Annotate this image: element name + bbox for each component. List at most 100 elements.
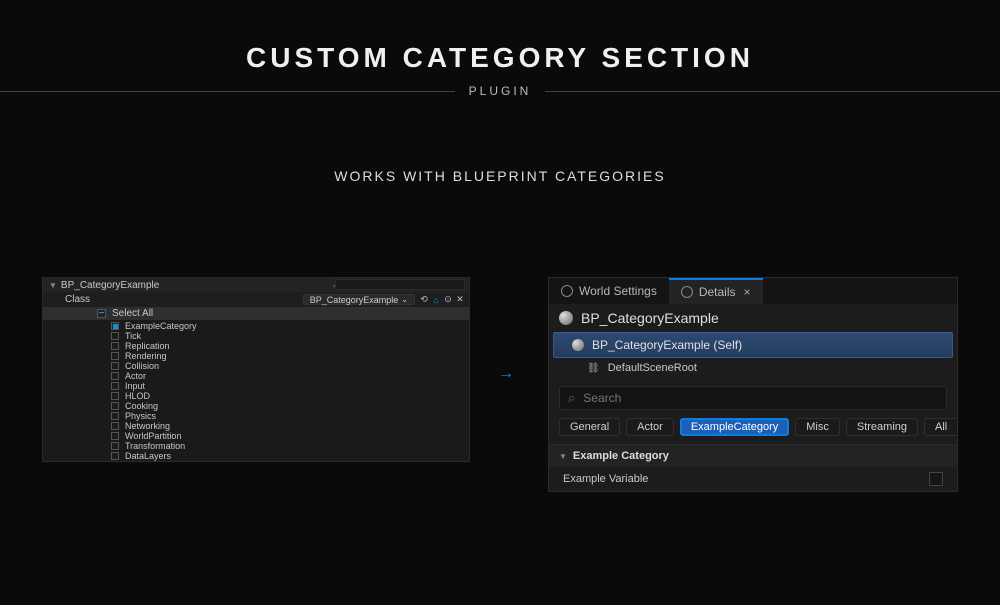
selected-component-label: BP_CategoryExample (Self)	[592, 338, 742, 352]
chevron-down-icon: ▼	[49, 281, 57, 290]
category-item[interactable]: Tick	[111, 331, 469, 341]
category-item-label: Tick	[125, 331, 141, 341]
category-item[interactable]: HLOD	[111, 391, 469, 401]
chevron-down-icon: ▼	[559, 452, 567, 461]
filter-button[interactable]: Streaming	[846, 418, 918, 436]
scene-root-row[interactable]: ⛓ DefaultSceneRoot	[549, 358, 957, 378]
component-name-row: BP_CategoryExample	[549, 304, 957, 332]
divider-left	[0, 91, 455, 92]
globe-icon	[561, 285, 573, 297]
panel-header-label: BP_CategoryExample	[61, 280, 159, 291]
variable-row: Example Variable	[549, 467, 957, 491]
category-item-label: ExampleCategory	[125, 321, 197, 331]
class-dropdown[interactable]: BP_CategoryExample ⌄	[303, 294, 415, 305]
category-item-label: Cooking	[125, 401, 158, 411]
find-icon[interactable]: ⌂	[431, 295, 441, 305]
category-item-label: Transformation	[125, 441, 185, 451]
category-checkbox[interactable]	[111, 442, 119, 450]
subtitle-row: PLUGIN	[0, 84, 1000, 98]
scene-root-label: DefaultSceneRoot	[608, 362, 697, 374]
category-checkbox[interactable]	[111, 432, 119, 440]
category-checkbox[interactable]	[111, 382, 119, 390]
category-item-label: DataLayers	[125, 451, 171, 461]
scene-root-icon: ⛓	[587, 363, 600, 374]
tab-label: World Settings	[579, 284, 657, 298]
variable-checkbox[interactable]	[929, 472, 943, 486]
category-item[interactable]: Collision	[111, 361, 469, 371]
filter-bar: General Actor ExampleCategory Misc Streaming…	[549, 416, 957, 444]
divider-right	[545, 91, 1000, 92]
category-item[interactable]: Networking	[111, 421, 469, 431]
arrow-right-icon: →	[498, 365, 514, 383]
globe-icon	[681, 286, 693, 298]
category-selector-panel: ▼ BP_CategoryExample ⌄ Class BP_Category…	[42, 277, 470, 462]
category-checkbox[interactable]	[111, 392, 119, 400]
category-header[interactable]: ▼ Example Category	[549, 444, 957, 467]
filter-button[interactable]: General	[559, 418, 620, 436]
category-checkbox[interactable]	[111, 422, 119, 430]
category-item-label: HLOD	[125, 391, 150, 401]
panel-header[interactable]: ▼ BP_CategoryExample ⌄	[43, 278, 469, 292]
category-checkbox[interactable]	[111, 352, 119, 360]
category-checkbox[interactable]	[111, 332, 119, 340]
category-item-label: WorldPartition	[125, 431, 181, 441]
selected-component-row[interactable]: BP_CategoryExample (Self)	[553, 332, 953, 358]
category-item[interactable]: Input	[111, 381, 469, 391]
category-checkbox[interactable]	[111, 372, 119, 380]
class-row: Class BP_CategoryExample ⌄ ⟲ ⌂ ⊙ ✕	[43, 292, 469, 307]
variable-name: Example Variable	[563, 473, 648, 485]
page-subtitle: PLUGIN	[455, 84, 546, 98]
category-item[interactable]: Transformation	[111, 441, 469, 451]
search-input[interactable]	[583, 391, 938, 405]
search-icon: ⌕	[568, 390, 575, 406]
filter-button[interactable]: All	[924, 418, 958, 436]
actor-icon	[559, 311, 573, 325]
select-all-row[interactable]: − Select All	[43, 307, 469, 320]
category-checkbox[interactable]	[111, 322, 119, 330]
category-item[interactable]: ExampleCategory	[111, 321, 469, 331]
filter-button[interactable]: Actor	[626, 418, 674, 436]
category-checkbox[interactable]	[111, 362, 119, 370]
category-item[interactable]: Physics	[111, 411, 469, 421]
tab-bar: World Settings Details ×	[549, 278, 957, 304]
filter-button[interactable]: Misc	[795, 418, 840, 436]
select-all-checkbox[interactable]: −	[97, 309, 106, 318]
category-item[interactable]: WorldPartition	[111, 431, 469, 441]
filter-button[interactable]: ExampleCategory	[680, 418, 789, 436]
category-item-label: Collision	[125, 361, 159, 371]
tab-details[interactable]: Details ×	[669, 278, 763, 304]
actor-icon	[572, 339, 584, 351]
category-checkbox[interactable]	[111, 412, 119, 420]
details-panel: World Settings Details × BP_CategoryExam…	[548, 277, 958, 492]
category-item-label: Actor	[125, 371, 146, 381]
category-item[interactable]: Replication	[111, 341, 469, 351]
category-item[interactable]: Rendering	[111, 351, 469, 361]
class-dropdown-label: BP_CategoryExample	[310, 295, 399, 305]
clear-icon[interactable]: ✕	[455, 295, 465, 305]
category-checkbox[interactable]	[111, 402, 119, 410]
category-header-label: Example Category	[573, 450, 669, 462]
tab-world-settings[interactable]: World Settings	[549, 278, 669, 304]
page-title: CUSTOM CATEGORY SECTION	[0, 42, 1000, 74]
category-item-label: Rendering	[125, 351, 167, 361]
close-icon[interactable]: ×	[744, 285, 751, 299]
chevron-down-icon: ⌄	[401, 295, 408, 304]
use-icon[interactable]: ⊙	[443, 295, 453, 305]
category-item[interactable]: Cooking	[111, 401, 469, 411]
component-name: BP_CategoryExample	[581, 310, 719, 326]
category-item-label: Input	[125, 381, 145, 391]
category-checkbox[interactable]	[111, 342, 119, 350]
category-checkbox[interactable]	[111, 452, 119, 460]
category-item-label: Networking	[125, 421, 170, 431]
category-item-label: Replication	[125, 341, 170, 351]
header-wide-dropdown[interactable]	[335, 279, 465, 290]
category-item-label: Physics	[125, 411, 156, 421]
select-all-label: Select All	[112, 308, 153, 319]
category-list: ExampleCategoryTickReplicationRenderingC…	[43, 320, 469, 461]
category-item[interactable]: Actor	[111, 371, 469, 381]
class-label: Class	[65, 294, 90, 305]
browse-icon[interactable]: ⟲	[419, 295, 429, 305]
search-box[interactable]: ⌕	[559, 386, 947, 410]
tagline: WORKS WITH BLUEPRINT CATEGORIES	[0, 168, 1000, 184]
category-item[interactable]: DataLayers	[111, 451, 469, 461]
